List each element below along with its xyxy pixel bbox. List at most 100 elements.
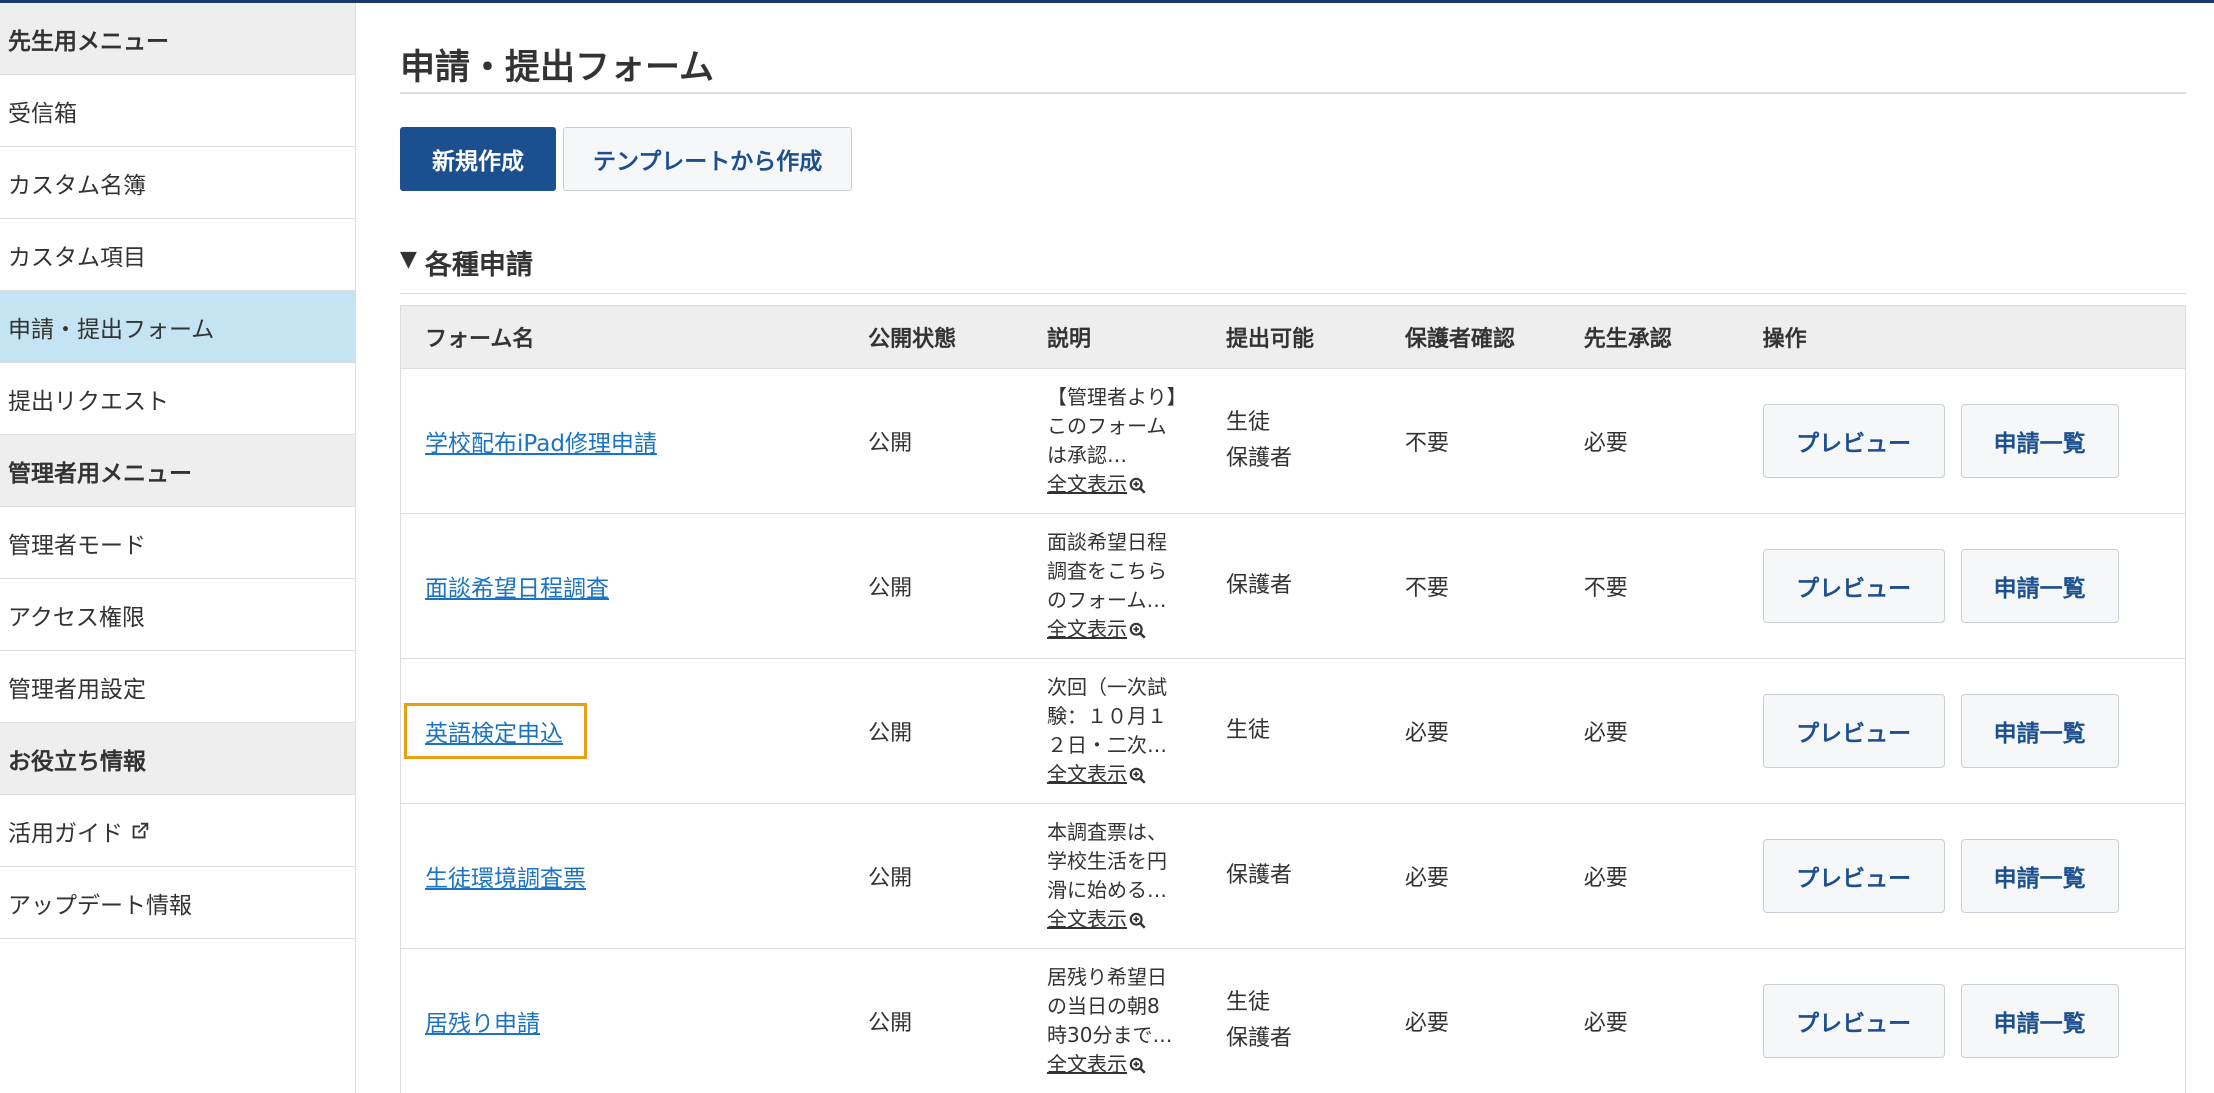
action-buttons: 新規作成 テンプレートから作成 xyxy=(400,127,853,191)
preview-button[interactable]: プレビュー xyxy=(1762,984,1945,1058)
teacher-approval-cell: 必要 xyxy=(1583,721,1628,746)
table-header-row: フォーム名 公開状態 説明 提出可能 保護者確認 先生承認 操作 xyxy=(400,305,2186,369)
sidebar: 先生用メニュー 受信箱 カスタム名簿 カスタム項目 申請・提出フォーム 提出リク… xyxy=(0,3,356,1093)
sidebar-item-label: カスタム項目 xyxy=(8,244,146,271)
submitter: 保護者 xyxy=(1226,1026,1293,1051)
zoom-in-icon xyxy=(1129,1057,1146,1074)
application-list-button[interactable]: 申請一覧 xyxy=(1960,839,2119,913)
guardian-check-cell: 必要 xyxy=(1404,866,1449,891)
guardian-check-cell: 必要 xyxy=(1404,1011,1449,1036)
preview-button[interactable]: プレビュー xyxy=(1762,839,1945,913)
submitter: 保護者 xyxy=(1226,446,1293,471)
full-text-link[interactable]: 全文表示 xyxy=(1047,472,1147,496)
full-text-link[interactable]: 全文表示 xyxy=(1047,907,1147,931)
sidebar-item-inbox[interactable]: 受信箱 xyxy=(0,75,355,147)
preview-button[interactable]: プレビュー xyxy=(1762,549,1945,623)
collapse-triangle-icon: ▼ xyxy=(400,247,417,272)
section-heading[interactable]: ▼ 各種申請 xyxy=(400,243,2186,294)
table-row: 学校配布iPad修理申請 公開 【管理者より】このフォームは承認… 全文表示 生… xyxy=(400,368,2186,514)
sidebar-item-label: カスタム名簿 xyxy=(8,172,146,199)
zoom-in-icon xyxy=(1129,477,1146,494)
submitter: 保護者 xyxy=(1226,573,1293,598)
submitter: 保護者 xyxy=(1226,863,1293,888)
page-title: 申請・提出フォーム xyxy=(400,3,2186,94)
application-list-button[interactable]: 申請一覧 xyxy=(1960,694,2119,768)
sidebar-item-label: 申請・提出フォーム xyxy=(8,316,215,343)
status-cell: 公開 xyxy=(868,1011,913,1036)
sidebar-item-admin-mode[interactable]: 管理者モード xyxy=(0,507,355,579)
table-row: 生徒環境調査票 公開 本調査票は、学校生活を円滑に始める… 全文表示 保護者 必… xyxy=(400,803,2186,949)
application-list-button[interactable]: 申請一覧 xyxy=(1960,549,2119,623)
submitter: 生徒 xyxy=(1226,990,1271,1015)
full-text-link[interactable]: 全文表示 xyxy=(1047,762,1147,786)
sidebar-item-label: 管理者用設定 xyxy=(8,676,146,703)
description-text: 【管理者より】このフォームは承認… xyxy=(1047,385,1177,467)
description-text: 居残り希望日の当日の朝8時30分まで… xyxy=(1047,965,1173,1047)
table-row: 英語検定申込 公開 次回（一次試験：１０月１２日・二次… 全文表示 生徒 必要 … xyxy=(400,658,2186,804)
new-form-button[interactable]: 新規作成 xyxy=(400,127,556,191)
sidebar-item-label: 受信箱 xyxy=(8,100,77,127)
teacher-approval-cell: 不要 xyxy=(1583,576,1628,601)
preview-button[interactable]: プレビュー xyxy=(1762,694,1945,768)
zoom-in-icon xyxy=(1129,912,1146,929)
header-status: 公開状態 xyxy=(868,327,957,352)
forms-table: フォーム名 公開状態 説明 提出可能 保護者確認 先生承認 操作 学校配布iPa… xyxy=(400,305,2186,1093)
sidebar-item-requests[interactable]: 提出リクエスト xyxy=(0,363,355,435)
main-content: 申請・提出フォーム 新規作成 テンプレートから作成 ▼ 各種申請 フォーム名 公… xyxy=(400,3,2186,1093)
application-list-button[interactable]: 申請一覧 xyxy=(1960,404,2119,478)
sidebar-item-access[interactable]: アクセス権限 xyxy=(0,579,355,651)
preview-button[interactable]: プレビュー xyxy=(1762,404,1945,478)
zoom-in-icon xyxy=(1129,767,1146,784)
guardian-check-cell: 必要 xyxy=(1404,721,1449,746)
full-text-link[interactable]: 全文表示 xyxy=(1047,1052,1147,1076)
form-name-link[interactable]: 面談希望日程調査 xyxy=(425,576,609,602)
status-cell: 公開 xyxy=(868,866,913,891)
table-row: 居残り申請 公開 居残り希望日の当日の朝8時30分まで… 全文表示 生徒 保護者 … xyxy=(400,948,2186,1093)
description-text: 面談希望日程調査をこちらのフォーム… xyxy=(1047,530,1168,612)
status-cell: 公開 xyxy=(868,721,913,746)
status-cell: 公開 xyxy=(868,431,913,456)
header-description: 説明 xyxy=(1047,327,1092,352)
sidebar-item-custom-roster[interactable]: カスタム名簿 xyxy=(0,147,355,219)
sidebar-header-admin: 管理者用メニュー xyxy=(0,435,355,507)
sidebar-item-label: 管理者モード xyxy=(8,532,146,559)
highlight-box: 英語検定申込 xyxy=(404,703,587,759)
section-title: 各種申請 xyxy=(424,250,533,281)
external-link-icon xyxy=(132,822,149,838)
form-name-link[interactable]: 居残り申請 xyxy=(425,1011,540,1037)
teacher-approval-cell: 必要 xyxy=(1583,1011,1628,1036)
description-text: 次回（一次試験：１０月１２日・二次… xyxy=(1047,675,1168,757)
description-text: 本調査票は、学校生活を円滑に始める… xyxy=(1047,820,1168,902)
create-from-template-button[interactable]: テンプレートから作成 xyxy=(563,127,853,191)
guardian-check-cell: 不要 xyxy=(1404,431,1449,456)
header-teacher-approval: 先生承認 xyxy=(1583,327,1672,352)
zoom-in-icon xyxy=(1129,622,1146,639)
sidebar-item-admin-settings[interactable]: 管理者用設定 xyxy=(0,651,355,723)
sidebar-item-label: 提出リクエスト xyxy=(8,388,169,415)
form-name-link[interactable]: 生徒環境調査票 xyxy=(425,866,586,892)
sidebar-item-label: アクセス権限 xyxy=(8,604,145,631)
header-form-name: フォーム名 xyxy=(425,327,535,352)
teacher-approval-cell: 必要 xyxy=(1583,866,1628,891)
sidebar-item-label: アップデート情報 xyxy=(8,892,192,919)
full-text-link[interactable]: 全文表示 xyxy=(1047,617,1147,641)
sidebar-item-updates[interactable]: アップデート情報 xyxy=(0,867,355,939)
header-submitters: 提出可能 xyxy=(1226,327,1315,352)
sidebar-item-label: 活用ガイド xyxy=(8,820,123,847)
header-guardian-check: 保護者確認 xyxy=(1404,327,1515,352)
guardian-check-cell: 不要 xyxy=(1404,576,1449,601)
teacher-approval-cell: 必要 xyxy=(1583,431,1628,456)
sidebar-item-custom-fields[interactable]: カスタム項目 xyxy=(0,219,355,291)
application-list-button[interactable]: 申請一覧 xyxy=(1960,984,2119,1058)
sidebar-header-teacher: 先生用メニュー xyxy=(0,3,355,75)
form-name-link[interactable]: 学校配布iPad修理申請 xyxy=(425,431,657,457)
submitter: 生徒 xyxy=(1226,410,1271,435)
sidebar-header-info: お役立ち情報 xyxy=(0,723,355,795)
sidebar-item-forms[interactable]: 申請・提出フォーム xyxy=(0,291,355,363)
sidebar-item-guide[interactable]: 活用ガイド xyxy=(0,795,355,867)
status-cell: 公開 xyxy=(868,576,913,601)
form-name-link[interactable]: 英語検定申込 xyxy=(425,721,563,747)
submitter: 生徒 xyxy=(1226,718,1271,743)
header-actions: 操作 xyxy=(1762,327,1807,352)
table-row: 面談希望日程調査 公開 面談希望日程調査をこちらのフォーム… 全文表示 保護者 … xyxy=(400,513,2186,659)
